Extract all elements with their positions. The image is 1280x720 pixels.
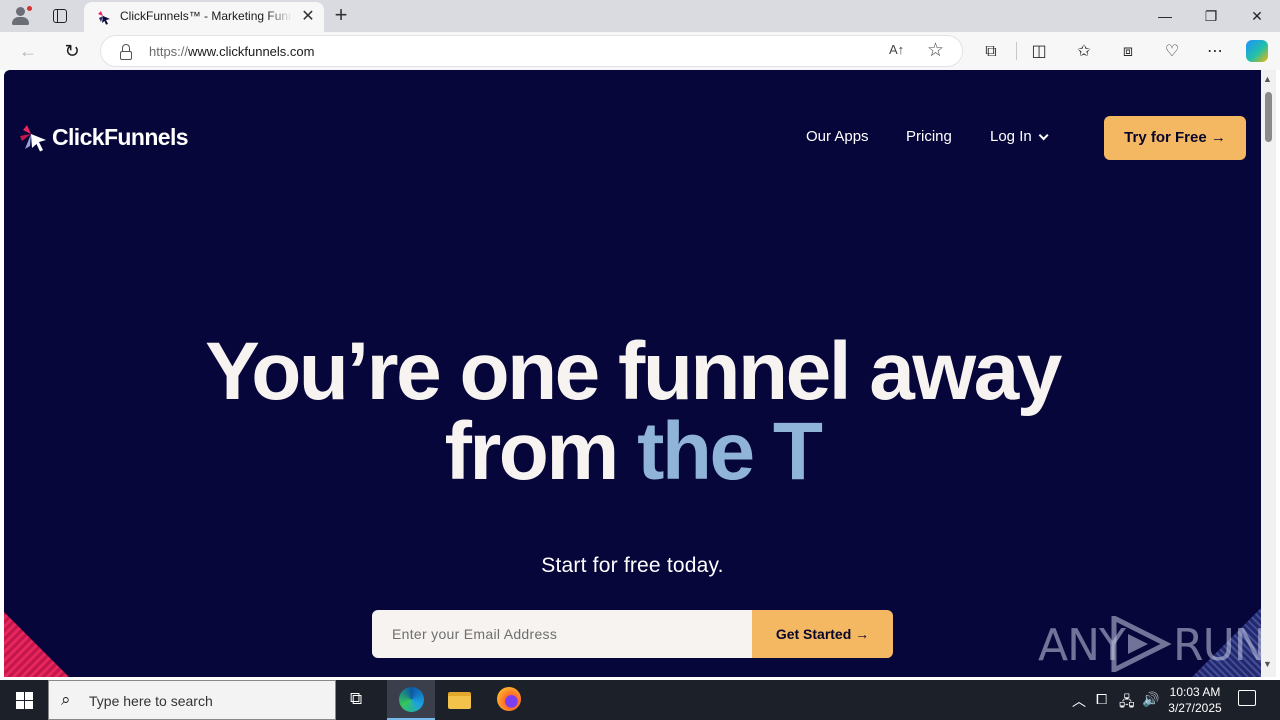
new-tab-button[interactable]: + xyxy=(330,4,352,26)
nav-pricing[interactable]: Pricing xyxy=(906,128,952,145)
tab-close-icon[interactable]: ✕ xyxy=(298,7,318,27)
page-scrollbar[interactable]: ▲ ▼ xyxy=(1261,70,1276,677)
taskbar-search[interactable]: ⌕ Type here to search xyxy=(48,680,336,720)
favorites-icon[interactable]: ✩ xyxy=(1073,41,1095,63)
decorative-corner-left xyxy=(4,612,74,677)
url-text[interactable]: https://www.clickfunnels.com xyxy=(149,44,314,59)
chevron-down-icon xyxy=(1038,130,1049,141)
hero-headline: You’re one funnel away from the T xyxy=(4,326,1261,497)
scroll-down-icon[interactable]: ▼ xyxy=(1263,659,1272,669)
logo-text: ClickFunnels xyxy=(52,124,189,150)
edge-taskbar-icon[interactable] xyxy=(387,680,435,720)
taskbar-clock[interactable]: 10:03 AM 3/27/2025 xyxy=(1166,684,1224,716)
clickfunnels-favicon-icon xyxy=(98,11,110,25)
browser-toolbar: ← ↻ https://www.clickfunnels.com A↑ ☆ ⧉ … xyxy=(0,32,1280,70)
show-hidden-icons-icon[interactable]: ︿ xyxy=(1072,691,1086,711)
windows-start-icon[interactable] xyxy=(0,680,48,720)
restore-button[interactable]: ❐ xyxy=(1188,0,1234,32)
get-started-button[interactable]: Get Started → xyxy=(752,610,893,658)
browser-tab[interactable]: ClickFunnels™ - Marketing Funnels ✕ xyxy=(84,2,324,32)
notifications-icon[interactable] xyxy=(1238,690,1256,706)
hero-line-1: You’re one funnel away xyxy=(205,326,1062,417)
search-icon: ⌕ xyxy=(61,690,71,709)
anyrun-watermark: ANY RUN xyxy=(1038,610,1261,672)
close-window-button[interactable]: ✕ xyxy=(1234,0,1280,32)
nav-our-apps[interactable]: Our Apps xyxy=(806,128,869,145)
play-triangle-icon xyxy=(1111,616,1172,672)
extensions-icon[interactable]: ⧉ xyxy=(980,41,1002,63)
meet-now-icon[interactable]: ⧠ xyxy=(1096,691,1107,708)
copilot-icon[interactable] xyxy=(1246,40,1268,62)
collections-icon[interactable]: ⧈ xyxy=(1117,41,1139,63)
volume-icon[interactable]: 🔊 xyxy=(1142,691,1159,708)
windows-taskbar: ⌕ Type here to search ⧉ ︿ ⧠ 🖧 🔊 10:03 AM… xyxy=(0,680,1280,720)
more-options-icon[interactable]: ⋯ xyxy=(1204,41,1226,63)
scroll-up-icon[interactable]: ▲ xyxy=(1263,74,1272,84)
refresh-icon[interactable]: ↻ xyxy=(61,40,83,62)
task-view-icon[interactable]: ⧉ xyxy=(336,680,384,720)
hero-subtitle: Start for free today. xyxy=(541,554,724,577)
browser-essentials-icon[interactable]: ♡ xyxy=(1161,41,1183,63)
nav-log-in-label: Log In xyxy=(990,128,1032,145)
clock-time: 10:03 AM xyxy=(1169,685,1221,699)
taskbar-search-placeholder: Type here to search xyxy=(89,693,213,709)
try-for-free-button[interactable]: Try for Free → xyxy=(1104,116,1246,160)
address-bar[interactable]: https://www.clickfunnels.com A↑ ☆ xyxy=(100,35,963,67)
network-icon[interactable]: 🖧 xyxy=(1119,691,1135,715)
profile-icon[interactable] xyxy=(9,5,33,27)
scrollbar-thumb[interactable] xyxy=(1265,92,1272,142)
browser-tab-bar: ClickFunnels™ - Marketing Funnels ✕ + — … xyxy=(0,0,1280,32)
nav-log-in[interactable]: Log In xyxy=(990,128,1049,145)
favorite-star-icon[interactable]: ☆ xyxy=(927,39,944,62)
clock-date: 3/27/2025 xyxy=(1168,701,1222,715)
read-aloud-icon[interactable]: A↑ xyxy=(889,42,904,57)
back-icon[interactable]: ← xyxy=(17,40,39,62)
toolbar-divider xyxy=(1016,42,1017,60)
tab-title: ClickFunnels™ - Marketing Funnels xyxy=(120,9,292,23)
email-input[interactable] xyxy=(372,610,753,658)
tab-actions-icon[interactable] xyxy=(50,6,70,26)
lock-icon[interactable] xyxy=(119,44,133,60)
hero-line-2: from the T xyxy=(444,406,823,497)
split-screen-icon[interactable]: ◫ xyxy=(1028,41,1050,63)
page-viewport: ClickFunnels Our Apps Pricing Log In Try… xyxy=(4,70,1261,677)
file-explorer-icon[interactable] xyxy=(436,680,484,720)
hero-accent-text: the T xyxy=(637,406,823,497)
firefox-icon[interactable] xyxy=(485,680,533,720)
clickfunnels-logo-icon xyxy=(20,125,46,152)
minimize-button[interactable]: — xyxy=(1142,0,1188,32)
